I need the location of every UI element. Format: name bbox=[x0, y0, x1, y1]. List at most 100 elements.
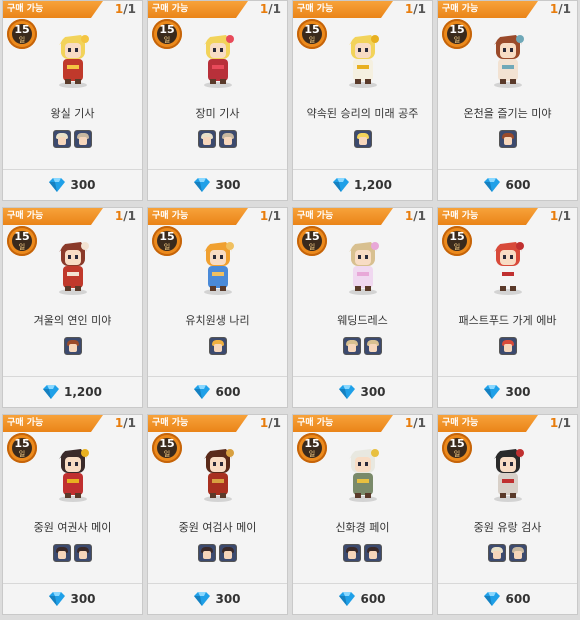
shop-item-card[interactable]: 구매 가능 1/1 15 일 중원 여검사 메이 300 bbox=[147, 414, 288, 615]
shop-item-card[interactable]: 구매 가능 1/1 15 일 유치원생 나리 600 bbox=[147, 207, 288, 408]
item-name: 중원 여검사 메이 bbox=[178, 521, 257, 534]
stock-total: /1 bbox=[268, 2, 281, 16]
level-unit: 일 bbox=[453, 243, 461, 251]
character-sprite-icon[interactable] bbox=[476, 439, 540, 503]
character-sprite-icon[interactable] bbox=[41, 439, 105, 503]
diamond-gem-icon bbox=[484, 592, 501, 606]
item-name: 신화경 페이 bbox=[335, 521, 390, 534]
level-value: 15 bbox=[449, 437, 465, 450]
character-sprite-icon[interactable] bbox=[331, 232, 395, 296]
diamond-gem-icon bbox=[194, 592, 211, 606]
price-value: 600 bbox=[505, 178, 531, 192]
price-value: 300 bbox=[360, 385, 386, 399]
level-value: 15 bbox=[449, 23, 465, 36]
price-button[interactable]: 1,200 bbox=[3, 376, 142, 407]
purchasable-tag: 구매 가능 bbox=[293, 415, 393, 432]
price-button[interactable]: 600 bbox=[148, 376, 287, 407]
stock-current: 1 bbox=[549, 416, 559, 430]
character-sprite-icon[interactable] bbox=[331, 439, 395, 503]
purchasable-tag: 구매 가능 bbox=[438, 415, 538, 432]
character-sprite-icon[interactable] bbox=[476, 25, 540, 89]
price-button[interactable]: 600 bbox=[293, 583, 432, 614]
skin-thumbnail-icon[interactable] bbox=[53, 130, 71, 148]
skin-thumbnail-icon[interactable] bbox=[364, 337, 382, 355]
skin-list bbox=[148, 544, 287, 562]
price-value: 300 bbox=[505, 385, 531, 399]
skin-list bbox=[293, 337, 432, 355]
character-sprite-icon[interactable] bbox=[186, 25, 250, 89]
stock-total: /1 bbox=[413, 209, 426, 223]
skin-thumbnail-icon[interactable] bbox=[198, 544, 216, 562]
skin-thumbnail-icon[interactable] bbox=[353, 130, 372, 148]
price-button[interactable]: 600 bbox=[438, 583, 577, 614]
skin-thumbnail-icon[interactable] bbox=[488, 544, 506, 562]
level-unit: 일 bbox=[163, 36, 171, 44]
diamond-gem-icon bbox=[49, 592, 66, 606]
shop-item-card[interactable]: 구매 가능 1/1 15 일 약속된 승리의 미래 공주 1,200 bbox=[292, 0, 433, 201]
shop-item-card[interactable]: 구매 가능 1/1 15 일 온천을 즐기는 미야 600 bbox=[437, 0, 578, 201]
character-sprite-icon[interactable] bbox=[476, 232, 540, 296]
level-badge-icon: 15 일 bbox=[297, 433, 327, 465]
character-sprite-icon[interactable] bbox=[186, 439, 250, 503]
price-button[interactable]: 300 bbox=[3, 583, 142, 614]
character-sprite-icon[interactable] bbox=[331, 25, 395, 89]
skin-thumbnail-icon[interactable] bbox=[498, 130, 517, 148]
stock-current: 1 bbox=[549, 2, 559, 16]
shop-item-card[interactable]: 구매 가능 1/1 15 일 중원 유랑 검사 600 bbox=[437, 414, 578, 615]
item-name: 왕실 기사 bbox=[50, 107, 95, 120]
price-button[interactable]: 300 bbox=[148, 169, 287, 200]
price-value: 300 bbox=[215, 592, 241, 606]
diamond-gem-icon bbox=[484, 178, 501, 192]
skin-thumbnail-icon[interactable] bbox=[208, 337, 227, 355]
item-name: 장미 기사 bbox=[195, 107, 240, 120]
shop-item-card[interactable]: 구매 가능 1/1 15 일 장미 기사 300 bbox=[147, 0, 288, 201]
shop-item-card[interactable]: 구매 가능 1/1 15 일 겨울의 연인 미야 1,200 bbox=[2, 207, 143, 408]
shop-item-card[interactable]: 구매 가능 1/1 15 일 패스트푸드 가게 에바 300 bbox=[437, 207, 578, 408]
shop-item-card[interactable]: 구매 가능 1/1 15 일 중원 여권사 메이 300 bbox=[2, 414, 143, 615]
skin-thumbnail-icon[interactable] bbox=[498, 337, 517, 355]
purchasable-tag: 구매 가능 bbox=[3, 208, 103, 225]
stock-total: /1 bbox=[123, 2, 136, 16]
stock-count: 1/1 bbox=[405, 2, 426, 16]
level-badge-icon: 15 일 bbox=[152, 433, 182, 465]
character-sprite-icon[interactable] bbox=[41, 25, 105, 89]
skin-thumbnail-icon[interactable] bbox=[509, 544, 527, 562]
skin-thumbnail-icon[interactable] bbox=[74, 130, 92, 148]
skin-thumbnail-icon[interactable] bbox=[198, 130, 216, 148]
item-name: 온천을 즐기는 미야 bbox=[463, 107, 552, 120]
skin-thumbnail-icon[interactable] bbox=[343, 544, 361, 562]
skin-thumbnail-icon[interactable] bbox=[63, 337, 82, 355]
diamond-gem-icon bbox=[484, 385, 501, 399]
skin-thumbnail-icon[interactable] bbox=[74, 544, 92, 562]
character-sprite-icon[interactable] bbox=[186, 232, 250, 296]
purchasable-tag: 구매 가능 bbox=[148, 1, 248, 18]
skin-list bbox=[3, 337, 142, 355]
price-button[interactable]: 300 bbox=[3, 169, 142, 200]
skin-thumbnail-icon[interactable] bbox=[364, 544, 382, 562]
price-button[interactable]: 300 bbox=[438, 376, 577, 407]
price-button[interactable]: 1,200 bbox=[293, 169, 432, 200]
stock-total: /1 bbox=[123, 416, 136, 430]
shop-item-card[interactable]: 구매 가능 1/1 15 일 왕실 기사 300 bbox=[2, 0, 143, 201]
stock-count: 1/1 bbox=[550, 2, 571, 16]
level-unit: 일 bbox=[18, 450, 26, 458]
price-button[interactable]: 300 bbox=[148, 583, 287, 614]
shop-item-card[interactable]: 구매 가능 1/1 15 일 신화경 페이 600 bbox=[292, 414, 433, 615]
price-button[interactable]: 600 bbox=[438, 169, 577, 200]
skin-thumbnail-icon[interactable] bbox=[53, 544, 71, 562]
level-badge-icon: 15 일 bbox=[297, 19, 327, 51]
level-unit: 일 bbox=[18, 36, 26, 44]
skin-thumbnail-icon[interactable] bbox=[343, 337, 361, 355]
item-name: 중원 여권사 메이 bbox=[33, 521, 112, 534]
purchasable-tag: 구매 가능 bbox=[438, 208, 538, 225]
stock-count: 1/1 bbox=[260, 416, 281, 430]
stock-count: 1/1 bbox=[550, 416, 571, 430]
price-button[interactable]: 300 bbox=[293, 376, 432, 407]
shop-item-card[interactable]: 구매 가능 1/1 15 일 웨딩드레스 300 bbox=[292, 207, 433, 408]
skin-thumbnail-icon[interactable] bbox=[219, 130, 237, 148]
level-value: 15 bbox=[159, 437, 175, 450]
skin-thumbnail-icon[interactable] bbox=[219, 544, 237, 562]
stock-current: 1 bbox=[259, 209, 269, 223]
character-sprite-icon[interactable] bbox=[41, 232, 105, 296]
stock-current: 1 bbox=[114, 2, 124, 16]
